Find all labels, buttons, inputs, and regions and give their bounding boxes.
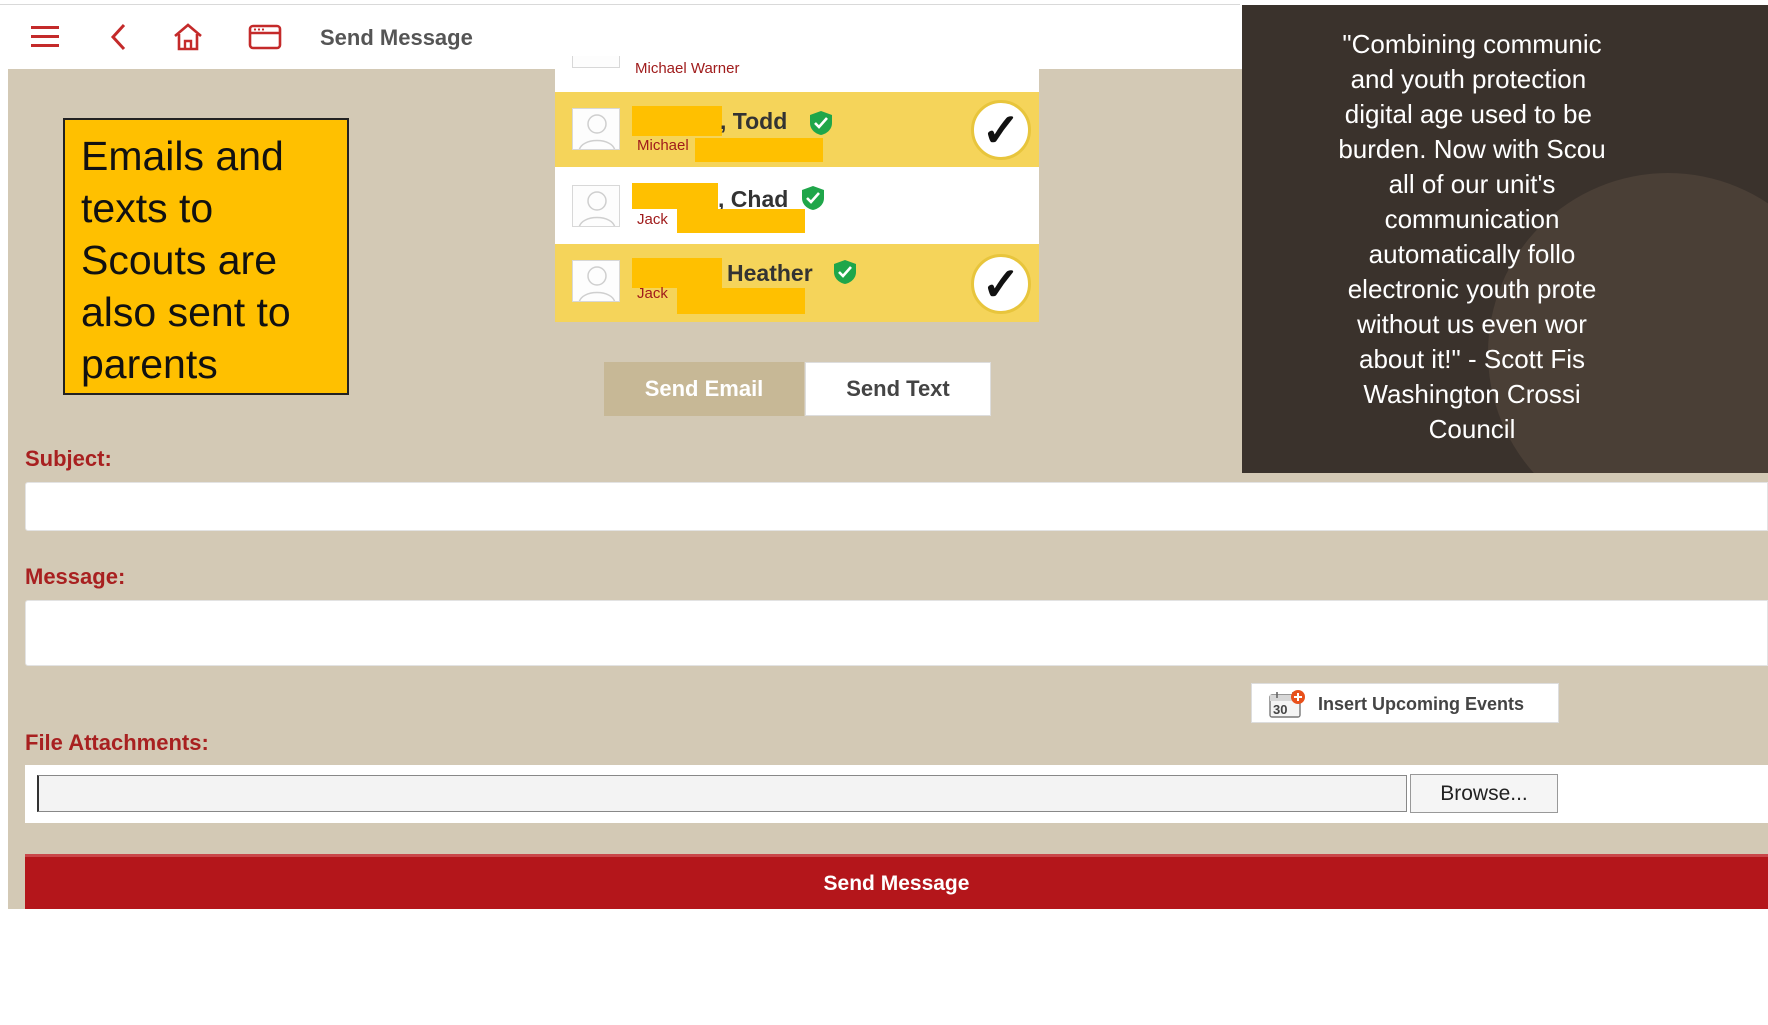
- verified-shield-icon: [833, 259, 857, 285]
- avatar: [572, 185, 620, 227]
- bottom-margin: [0, 909, 1768, 1025]
- redacted-surname: [632, 106, 722, 136]
- send-email-tab[interactable]: Send Email: [604, 362, 804, 416]
- member-name: , Todd: [720, 108, 788, 134]
- annotation-callout: Emails and texts to Scouts are also sent…: [63, 118, 349, 395]
- file-attachments-label: File Attachments:: [25, 730, 209, 755]
- insert-upcoming-events-label: Insert Upcoming Events: [1318, 694, 1525, 714]
- page-title: Send Message: [320, 25, 473, 50]
- message-textarea[interactable]: [25, 600, 1768, 666]
- selected-check-icon[interactable]: ✓: [971, 100, 1031, 160]
- send-message-button[interactable]: Send Message: [25, 854, 1768, 910]
- testimonial-panel: "Combining communic and youth protection…: [1242, 5, 1768, 473]
- browser-window-icon[interactable]: [247, 19, 283, 55]
- parent-name: Michael: [637, 137, 689, 154]
- insert-upcoming-events-button[interactable]: 30 Insert Upcoming Events: [1251, 683, 1559, 723]
- member-name: Heather: [727, 260, 813, 286]
- file-path-input[interactable]: [37, 775, 1407, 812]
- list-item[interactable]: , Todd Michael ✓: [555, 92, 1039, 167]
- avatar: [572, 108, 620, 150]
- subject-label: Subject:: [25, 446, 112, 471]
- calendar-day: 30: [1273, 702, 1288, 717]
- list-item[interactable]: Heather Jack ✓: [555, 244, 1039, 322]
- message-label: Message:: [25, 564, 126, 589]
- avatar: [572, 260, 620, 302]
- redacted-surname: [632, 183, 718, 209]
- redacted-parent-surname: [677, 209, 805, 233]
- testimonial-text: "Combining communic and youth protection…: [1338, 29, 1606, 444]
- avatar: [572, 56, 620, 68]
- send-text-tab[interactable]: Send Text: [805, 362, 991, 416]
- menu-icon[interactable]: [27, 19, 63, 55]
- parent-name: Jack: [637, 285, 668, 302]
- redacted-surname: [632, 258, 722, 288]
- parent-name: Jack: [637, 211, 668, 228]
- redacted-parent-surname: [695, 138, 823, 162]
- back-icon[interactable]: [100, 19, 136, 55]
- list-item[interactable]: , Chad Jack: [555, 169, 1039, 244]
- calendar-add-icon: 30: [1268, 689, 1306, 719]
- file-attachment-field: Browse...: [25, 765, 1768, 823]
- browse-button[interactable]: Browse...: [1410, 774, 1558, 813]
- redacted-parent-surname: [677, 288, 805, 314]
- verified-shield-icon: [801, 185, 825, 211]
- subject-input[interactable]: [25, 482, 1768, 531]
- member-name-clipped: Michael Warner: [635, 60, 740, 77]
- list-item-clipped[interactable]: Michael Warner: [555, 56, 1039, 92]
- selected-check-icon[interactable]: ✓: [971, 254, 1031, 314]
- send-message-page: Send Message "Combining communic and you…: [0, 0, 1768, 1025]
- home-icon[interactable]: [170, 19, 206, 55]
- recipient-list: Michael Warner , Todd Michael ✓ , Chad J…: [555, 56, 1039, 322]
- verified-shield-icon: [809, 110, 833, 136]
